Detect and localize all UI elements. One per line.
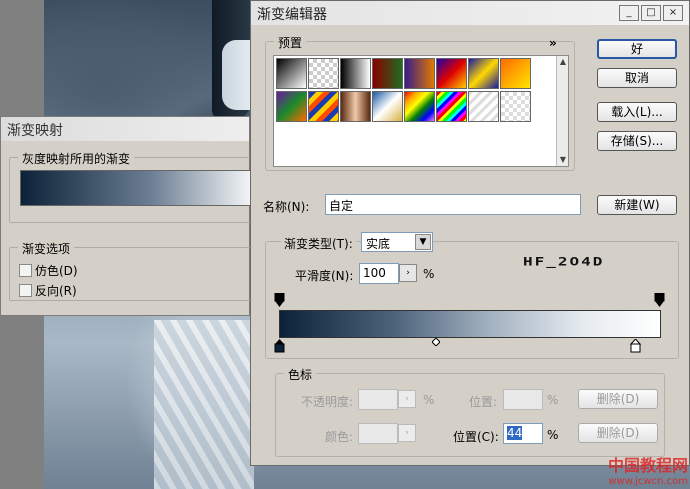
- preset-swatch[interactable]: [500, 58, 531, 89]
- opacity-label: 不透明度:: [301, 395, 354, 409]
- preset-swatch[interactable]: [468, 91, 499, 122]
- opacity-location-percent: %: [547, 393, 559, 407]
- photo-dress: [154, 320, 254, 489]
- gradient-preview-bar[interactable]: [279, 310, 661, 338]
- color-swatch: [358, 423, 398, 444]
- location-input[interactable]: 44: [503, 423, 543, 444]
- dither-option[interactable]: 仿色(D): [19, 262, 78, 279]
- cancel-button[interactable]: 取消: [597, 68, 677, 88]
- presets-label: 预置: [274, 34, 307, 51]
- preset-swatch[interactable]: [436, 91, 467, 122]
- gradient-options-label: 渐变选项: [18, 240, 75, 257]
- location-value: 44: [507, 426, 523, 440]
- opacity-stop-right-icon[interactable]: [654, 293, 665, 307]
- color-label: 颜色:: [325, 430, 354, 444]
- presets-row-1: [276, 58, 531, 89]
- gradient-editor-dialog: 渐变编辑器 _ □ × 预置 » ▲ ▼ 好 取消 载入(L)... 存储(S)…: [250, 0, 690, 466]
- gradient-type-value: 实底: [366, 237, 391, 251]
- chevron-down-icon[interactable]: ▼: [415, 234, 431, 250]
- gradient-type-label: 渐变类型(T):: [281, 235, 356, 252]
- preset-swatch[interactable]: [468, 58, 499, 89]
- gradient-map-title: 渐变映射: [1, 117, 249, 141]
- overlay-text: HF_2O4D: [523, 255, 605, 269]
- maximize-button[interactable]: □: [641, 5, 661, 21]
- presets-menu-icon[interactable]: »: [549, 36, 557, 50]
- color-stop-left-icon[interactable]: [274, 339, 285, 353]
- reverse-label: 反向(R): [35, 284, 77, 298]
- window-buttons: _ □ ×: [619, 5, 683, 21]
- watermark-site-name: 中国教程网: [607, 456, 688, 475]
- site-watermark: 中国教程网 www.jcwcn.com: [608, 452, 688, 487]
- opacity-location-label: 位置:: [469, 395, 498, 409]
- color-stop-right-icon[interactable]: [630, 339, 641, 353]
- minimize-button[interactable]: _: [619, 5, 639, 21]
- scroll-down-icon[interactable]: ▼: [557, 154, 569, 166]
- color-menu-stepper: ›: [398, 424, 416, 442]
- preset-swatch[interactable]: [404, 91, 435, 122]
- presets-row-2: [276, 91, 531, 122]
- delete-opacity-stop-button: 删除(D): [578, 389, 658, 409]
- dither-label: 仿色(D): [35, 264, 78, 278]
- photo-face: [222, 40, 252, 110]
- opacity-stop-left-icon[interactable]: [274, 293, 285, 307]
- preset-swatch[interactable]: [372, 58, 403, 89]
- reverse-option[interactable]: 反向(R): [19, 282, 77, 299]
- reverse-checkbox[interactable]: [19, 284, 32, 297]
- presets-list: ▲ ▼: [273, 55, 569, 167]
- location-label: 位置(C):: [453, 430, 499, 444]
- preset-swatch[interactable]: [436, 58, 467, 89]
- stops-group-label: 色标: [284, 366, 317, 383]
- opacity-input: [358, 389, 398, 410]
- watermark-url: www.jcwcn.com: [608, 476, 688, 487]
- dither-checkbox[interactable]: [19, 264, 32, 277]
- gradient-map-dialog: 渐变映射 灰度映射所用的渐变 渐变选项 仿色(D) 反向(R): [0, 116, 269, 316]
- preset-swatch[interactable]: [276, 91, 307, 122]
- preset-swatch[interactable]: [340, 91, 371, 122]
- preset-swatch[interactable]: [308, 58, 339, 89]
- smoothness-percent: %: [423, 267, 435, 281]
- gradient-type-select[interactable]: 实底 ▼: [361, 232, 433, 252]
- gradient-map-preview[interactable]: [20, 170, 260, 206]
- gradient-map-group-label: 灰度映射所用的渐变: [18, 150, 135, 167]
- gradient-editor-titlebar: 渐变编辑器 _ □ ×: [251, 1, 689, 25]
- presets-scrollbar[interactable]: ▲ ▼: [556, 56, 568, 166]
- opacity-percent: %: [423, 393, 435, 407]
- load-button[interactable]: 载入(L)...: [597, 102, 677, 122]
- gradient-editor-title: 渐变编辑器: [257, 7, 327, 23]
- gradient-map-group: 灰度映射所用的渐变: [9, 150, 269, 223]
- name-label: 名称(N):: [263, 200, 310, 214]
- preset-swatch[interactable]: [372, 91, 403, 122]
- preset-swatch[interactable]: [340, 58, 371, 89]
- opacity-location-input: [503, 389, 543, 410]
- smoothness-input[interactable]: 100: [359, 263, 399, 284]
- name-input[interactable]: 自定: [325, 194, 581, 215]
- new-button[interactable]: 新建(W): [597, 195, 677, 215]
- delete-color-stop-button: 删除(D): [578, 423, 658, 443]
- scroll-up-icon[interactable]: ▲: [557, 56, 569, 68]
- midpoint-diamond-icon[interactable]: [432, 338, 440, 346]
- location-percent: %: [547, 428, 559, 442]
- opacity-stepper: ›: [398, 390, 416, 408]
- smoothness-label: 平滑度(N):: [295, 269, 354, 283]
- ok-button[interactable]: 好: [597, 39, 677, 59]
- preset-swatch[interactable]: [276, 58, 307, 89]
- preset-swatch[interactable]: [500, 91, 531, 122]
- close-button[interactable]: ×: [663, 5, 683, 21]
- smoothness-stepper[interactable]: ›: [399, 264, 417, 282]
- save-button[interactable]: 存储(S)...: [597, 131, 677, 151]
- gradient-type-group: [265, 241, 679, 359]
- preset-swatch[interactable]: [404, 58, 435, 89]
- preset-swatch[interactable]: [308, 91, 339, 122]
